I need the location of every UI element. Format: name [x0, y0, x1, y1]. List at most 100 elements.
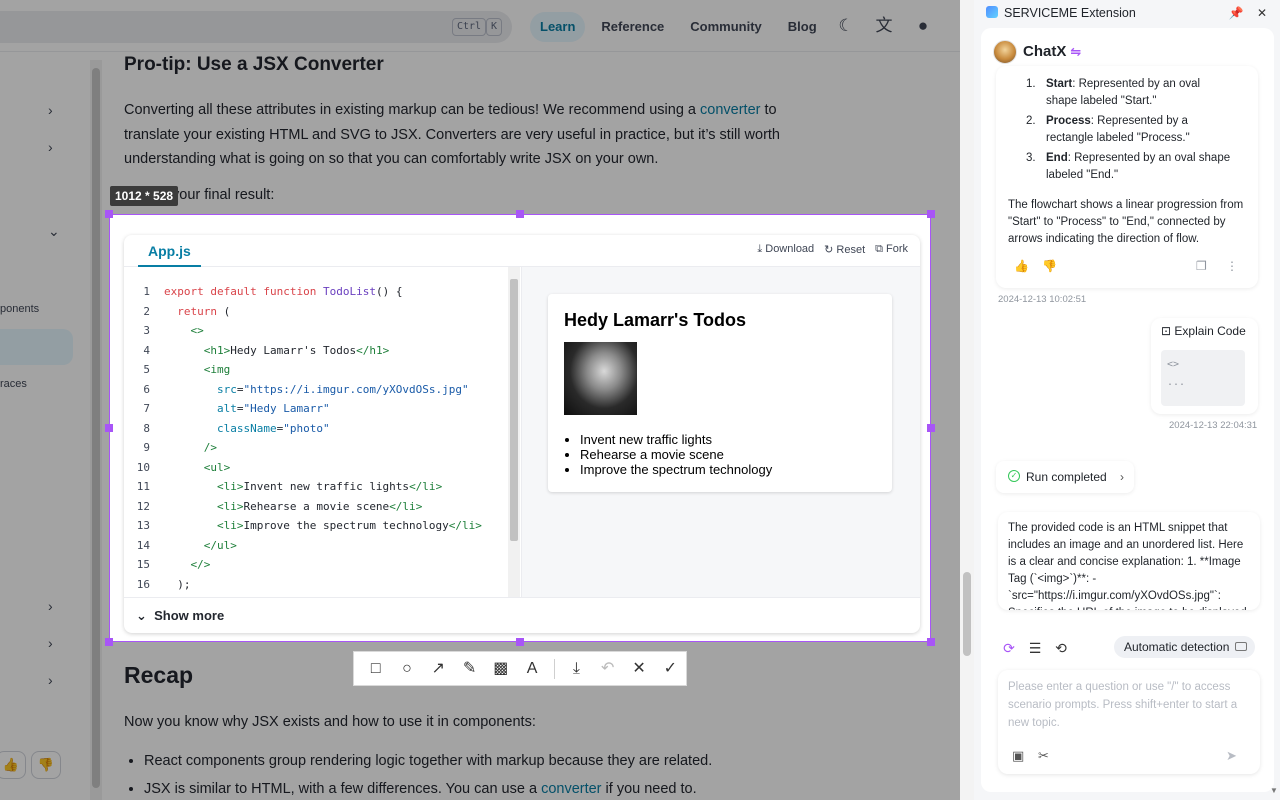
chevron-down-icon[interactable]: ⌄: [48, 223, 62, 240]
hedy-lamarr-photo: [564, 342, 637, 415]
selection-size-label: 1012 * 528: [110, 186, 179, 206]
mosaic-icon[interactable]: ▩: [485, 651, 516, 686]
image-icon[interactable]: ▣: [1012, 748, 1024, 764]
recap-heading: Recap: [124, 662, 194, 688]
thumbs-up-button[interactable]: 👍: [0, 751, 26, 779]
chevron-right-icon[interactable]: ›: [48, 635, 62, 651]
thumbs-down-icon[interactable]: 👎: [1042, 258, 1057, 275]
keyboard-icon: [1235, 642, 1248, 651]
check-circle-icon: ✓: [1008, 470, 1020, 482]
chevron-right-icon: ›: [1120, 470, 1124, 484]
download-button[interactable]: ⤓ Download: [757, 243, 814, 256]
sandbox-actions: ⤓ Download ↻ Reset ⧉ Fork: [757, 243, 908, 256]
code-line: 5 <img: [143, 363, 231, 376]
nav-blog[interactable]: Blog: [778, 12, 827, 42]
resize-handle[interactable]: [927, 638, 935, 646]
summary-text: The flowchart shows a linear progression…: [1008, 199, 1244, 245]
code-line: 4 <h1>Hedy Lamarr's Todos</h1>: [143, 343, 390, 357]
extension-header: SERVICEME Extension 📌 ✕: [974, 0, 1280, 26]
assistant-answer: The provided code is an HTML snippet tha…: [998, 512, 1260, 610]
switch-icon[interactable]: ⇋: [1070, 44, 1081, 59]
sandbox-tabs: App.js ⤓ Download ↻ Reset ⧉ Fork: [124, 235, 920, 267]
chat-window: ChatX ⇋ 1. Start: Represented by an oval s…: [981, 28, 1274, 792]
terminal-icon: ⊡: [1161, 324, 1175, 338]
preview-title: Hedy Lamarr's Todos: [564, 310, 746, 330]
chevron-right-icon[interactable]: ›: [48, 672, 62, 688]
nav-learn[interactable]: Learn: [530, 12, 586, 42]
nav-reference[interactable]: Reference: [591, 12, 674, 42]
automatic-detection-toggle[interactable]: Automatic detection: [1114, 636, 1256, 658]
converter-link[interactable]: converter: [700, 102, 760, 118]
history-icon[interactable]: ⟲: [1051, 638, 1071, 658]
code-scrollbar[interactable]: [508, 267, 520, 597]
confirm-icon[interactable]: ✓: [655, 651, 686, 686]
fork-icon: ⧉: [875, 243, 883, 255]
scroll-down-icon[interactable]: ▼: [1270, 786, 1278, 796]
code-line: 2 return (: [143, 304, 231, 318]
resize-handle[interactable]: [516, 638, 524, 646]
run-status[interactable]: ✓ Run completed ›: [996, 461, 1134, 493]
chat-header: ChatX ⇋: [993, 40, 1081, 64]
more-icon[interactable]: ⋮: [1226, 258, 1238, 275]
shortcut-key-k: K: [486, 18, 503, 36]
converter-link[interactable]: converter: [541, 781, 601, 797]
dark-mode-icon[interactable]: ☾: [836, 16, 856, 36]
fork-button[interactable]: ⧉ Fork: [875, 243, 908, 256]
top-navigation: Ctrl K Learn Reference Community Blog ☾ …: [0, 0, 960, 52]
code-editor[interactable]: 1 export default function TodoList() {2 r…: [124, 267, 522, 597]
resize-handle[interactable]: [105, 210, 113, 218]
sidebar-item-traces[interactable]: races: [0, 378, 27, 390]
close-icon[interactable]: ✕: [623, 651, 654, 686]
thumbs-up-icon[interactable]: 👍: [1014, 258, 1029, 275]
resize-handle[interactable]: [105, 638, 113, 646]
reset-button[interactable]: ↻ Reset: [824, 243, 865, 256]
chat-input[interactable]: [1008, 678, 1246, 734]
arrow-icon[interactable]: ↗: [423, 651, 454, 686]
pro-tip-heading: Pro-tip: Use a JSX Converter: [124, 54, 384, 75]
code-line: 8 className="photo": [143, 421, 330, 435]
chat-input-box: ▣ ✂ ➤: [998, 670, 1260, 774]
page-scrollbar[interactable]: [960, 0, 974, 800]
sidebar: › › ⌄ ponents races › › ›: [0, 52, 92, 800]
thumbs-down-button[interactable]: 👎: [31, 751, 61, 779]
final-result-text: your final result:: [172, 187, 275, 203]
undo-icon[interactable]: ↶: [592, 651, 623, 686]
text-icon[interactable]: A: [516, 651, 547, 686]
list-item: Improve the spectrum technology: [580, 462, 772, 477]
tab-app-js[interactable]: App.js: [138, 235, 201, 267]
sidebar-item-active[interactable]: [0, 329, 73, 365]
resize-handle[interactable]: [105, 424, 113, 432]
pen-icon[interactable]: ✎: [454, 651, 485, 686]
close-icon[interactable]: ✕: [1254, 0, 1270, 26]
code-snippet-chip: <>...: [1161, 350, 1245, 406]
resize-handle[interactable]: [927, 210, 935, 218]
resize-handle[interactable]: [927, 424, 935, 432]
pin-icon[interactable]: 📌: [1228, 0, 1244, 26]
sidebar-scrollbar[interactable]: [90, 60, 102, 800]
new-chat-icon[interactable]: ⟳: [999, 638, 1019, 658]
rectangle-icon[interactable]: □: [360, 651, 391, 686]
search-box[interactable]: Ctrl K: [0, 11, 512, 43]
circle-icon[interactable]: ○: [391, 651, 422, 686]
nav-community[interactable]: Community: [680, 12, 772, 42]
chevron-right-icon[interactable]: ›: [48, 102, 62, 118]
sidebar-item-components[interactable]: ponents: [0, 303, 39, 315]
scissors-icon[interactable]: ✂: [1038, 748, 1049, 764]
code-line: 10 <ul>: [136, 460, 231, 474]
github-icon[interactable]: ●: [913, 16, 933, 36]
download-icon[interactable]: ⤓: [561, 651, 592, 686]
chatx-avatar: [993, 40, 1017, 64]
code-line: 7 alt="Hedy Lamarr": [143, 402, 330, 415]
show-more-button[interactable]: ⌄ Show more: [124, 597, 920, 633]
code-line: 14 </ul>: [136, 538, 237, 552]
resize-handle[interactable]: [516, 210, 524, 218]
copy-icon[interactable]: ❐: [1196, 258, 1207, 275]
send-icon[interactable]: ➤: [1226, 748, 1237, 764]
code-line: 12 <li>Rehearse a movie scene</li>: [136, 499, 423, 513]
language-icon[interactable]: 文: [874, 16, 894, 36]
serviceme-logo-icon: [986, 6, 998, 18]
menu-icon[interactable]: ☰: [1025, 638, 1045, 658]
screenshot-selection[interactable]: App.js ⤓ Download ↻ Reset ⧉ Fork 1 export de…: [109, 214, 931, 642]
chevron-right-icon[interactable]: ›: [48, 598, 62, 614]
chevron-right-icon[interactable]: ›: [48, 139, 62, 155]
